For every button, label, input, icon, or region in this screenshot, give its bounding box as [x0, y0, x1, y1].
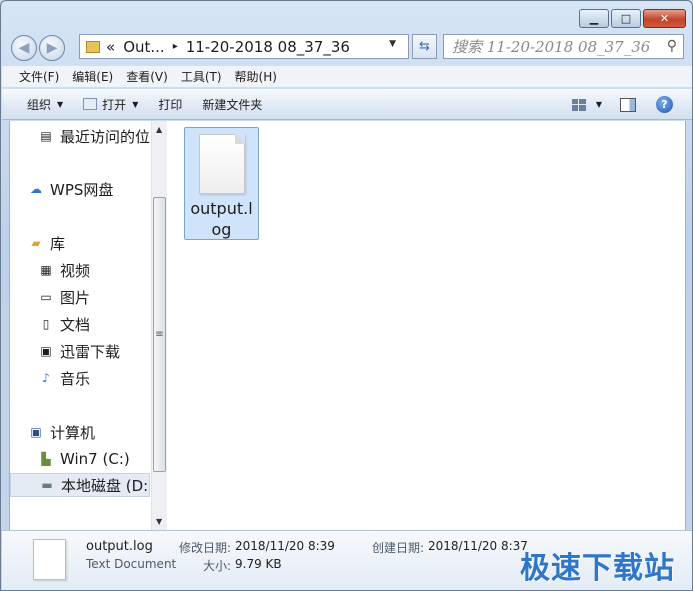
refresh-button[interactable]: ⇆: [412, 34, 437, 59]
back-button[interactable]: ◀: [11, 35, 37, 61]
print-label: 打印: [158, 97, 183, 112]
file-name: output.log: [190, 199, 253, 239]
size-value: 9.79 KB: [235, 557, 282, 571]
nav-item-label: 最近访问的位: [60, 127, 150, 146]
explorer-window: ▁ □ ✕ ◀ ▶ « Out... ▸ 11-20-2018 08_37_36…: [0, 0, 693, 591]
chevron-down-icon: ▼: [57, 99, 64, 109]
modified-date-label: 修改日期:: [179, 541, 232, 555]
text-file-icon: [198, 134, 245, 194]
nav-item-label: 图片: [60, 288, 91, 307]
menu-help[interactable]: 帮助(H): [235, 68, 277, 85]
computer-icon: ▣: [30, 425, 42, 439]
nav-item-label: 计算机: [50, 423, 96, 442]
nav-item-label: 音乐: [60, 369, 91, 388]
search-input[interactable]: [452, 37, 662, 56]
modified-date-value: 2018/11/20 8:39: [235, 539, 335, 553]
nav-item-wps-cloud[interactable]: ☁ WPS网盘: [28, 177, 113, 201]
nav-item-music[interactable]: ♪ 音乐: [38, 366, 90, 390]
nav-item-thunder-downloads[interactable]: ▣ 迅雷下载: [38, 339, 120, 363]
menu-file[interactable]: 文件(F): [19, 68, 59, 85]
nav-item-documents[interactable]: ▯ 文档: [38, 312, 90, 336]
minimize-button[interactable]: ▁: [579, 9, 609, 28]
nav-item-drive-c[interactable]: ▙ Win7 (C:): [38, 447, 130, 471]
view-dropdown-icon[interactable]: ▼: [596, 100, 602, 109]
address-bar[interactable]: « Out... ▸ 11-20-2018 08_37_36 ▼: [79, 34, 409, 59]
nav-item-computer[interactable]: ▣ 计算机: [28, 420, 95, 444]
video-icon: ▦: [40, 263, 52, 277]
file-list: output.log: [168, 121, 686, 530]
recent-places-icon: ▤: [40, 129, 52, 143]
address-overflow-chevron[interactable]: «: [106, 38, 115, 56]
new-folder-label: 新建文件夹: [202, 97, 263, 112]
picture-icon: ▭: [40, 290, 52, 304]
nav-item-label: 迅雷下载: [60, 342, 121, 361]
details-file-type: Text Document: [86, 557, 177, 571]
change-view-icon[interactable]: [571, 98, 586, 111]
search-icon[interactable]: ⚲: [667, 38, 677, 54]
search-box: ⚲: [443, 34, 684, 59]
print-button[interactable]: 打印: [158, 96, 182, 113]
preview-pane-icon[interactable]: [620, 97, 636, 112]
breadcrumb-parent[interactable]: Out...: [123, 38, 165, 56]
cloud-icon: ☁: [30, 182, 42, 196]
menu-bar: 文件(F) 编辑(E) 查看(V) 工具(T) 帮助(H): [2, 66, 692, 88]
command-bar: 组织 ▼ 打开 ▼ 打印 新建文件夹 ▼ ?: [2, 89, 692, 120]
new-folder-button[interactable]: 新建文件夹: [202, 96, 262, 113]
nav-item-videos[interactable]: ▦ 视频: [38, 258, 90, 282]
address-dropdown-icon[interactable]: ▼: [389, 39, 396, 49]
nav-item-label: WPS网盘: [50, 180, 114, 199]
open-button[interactable]: 打开 ▼: [83, 96, 138, 113]
nav-item-label: 视频: [60, 261, 91, 280]
nav-item-pictures[interactable]: ▭ 图片: [38, 285, 90, 309]
close-button[interactable]: ✕: [643, 9, 686, 28]
open-label: 打开: [102, 97, 127, 112]
view-controls: ▼ ?: [571, 89, 692, 120]
document-icon: ▯: [42, 317, 50, 331]
file-item[interactable]: output.log: [184, 127, 259, 240]
watermark-logo: 极速下载站: [520, 551, 675, 586]
navigation-pane: ▤ 最近访问的位 ☁ WPS网盘 ▰ 库 ▦ 视频 ▭ 图片 ▯ 文档 ▣ 迅雷…: [10, 121, 150, 530]
maximize-button[interactable]: □: [611, 9, 641, 28]
download-icon: ▣: [40, 344, 52, 358]
breadcrumb-current[interactable]: 11-20-2018 08_37_36: [186, 38, 350, 56]
size-label: 大小:: [203, 559, 232, 573]
menu-edit[interactable]: 编辑(E): [72, 68, 113, 85]
organize-button[interactable]: 组织 ▼: [27, 96, 63, 113]
details-pane: output.log Text Document 修改日期: 2018/11/2…: [2, 530, 692, 590]
nav-item-libraries[interactable]: ▰ 库: [28, 231, 65, 255]
open-icon: [83, 98, 98, 110]
created-date-value: 2018/11/20 8:37: [428, 539, 528, 553]
library-icon: ▰: [31, 236, 41, 250]
details-file-name: output.log: [86, 539, 153, 554]
nav-item-label: 文档: [60, 315, 91, 334]
drive-c-icon: ▙: [41, 452, 51, 466]
caption-buttons: ▁ □ ✕: [579, 9, 686, 28]
text-file-icon: [33, 539, 66, 580]
nav-item-label: Win7 (C:): [60, 450, 130, 468]
scrollbar-thumb[interactable]: ≡: [153, 197, 166, 472]
drive-d-icon: ▬: [41, 478, 53, 492]
breadcrumb-separator-icon[interactable]: ▸: [173, 41, 178, 52]
nav-item-drive-d[interactable]: ▬ 本地磁盘 (D:: [10, 473, 150, 497]
main-area: ▤ 最近访问的位 ☁ WPS网盘 ▰ 库 ▦ 视频 ▭ 图片 ▯ 文档 ▣ 迅雷…: [9, 121, 686, 530]
menu-view[interactable]: 查看(V): [126, 68, 168, 85]
nav-scrollbar[interactable]: ▲ ≡ ▼: [151, 121, 167, 530]
created-date-label: 创建日期:: [372, 541, 425, 555]
folder-icon: [86, 40, 100, 53]
scroll-down-icon[interactable]: ▼: [156, 517, 162, 526]
nav-item-label: 本地磁盘 (D:: [61, 476, 149, 495]
nav-item-recent-places[interactable]: ▤ 最近访问的位: [38, 124, 150, 148]
organize-label: 组织: [27, 97, 52, 112]
menu-tools[interactable]: 工具(T): [181, 68, 222, 85]
refresh-icon: ⇆: [419, 39, 430, 54]
chevron-down-icon: ▼: [132, 99, 139, 109]
scroll-up-icon[interactable]: ▲: [156, 125, 162, 134]
music-icon: ♪: [42, 371, 50, 385]
back-arrow-icon: ◀: [18, 40, 30, 56]
forward-button[interactable]: ▶: [39, 35, 65, 61]
nav-item-label: 库: [50, 234, 66, 253]
forward-arrow-icon: ▶: [46, 40, 58, 56]
help-icon[interactable]: ?: [656, 96, 673, 113]
